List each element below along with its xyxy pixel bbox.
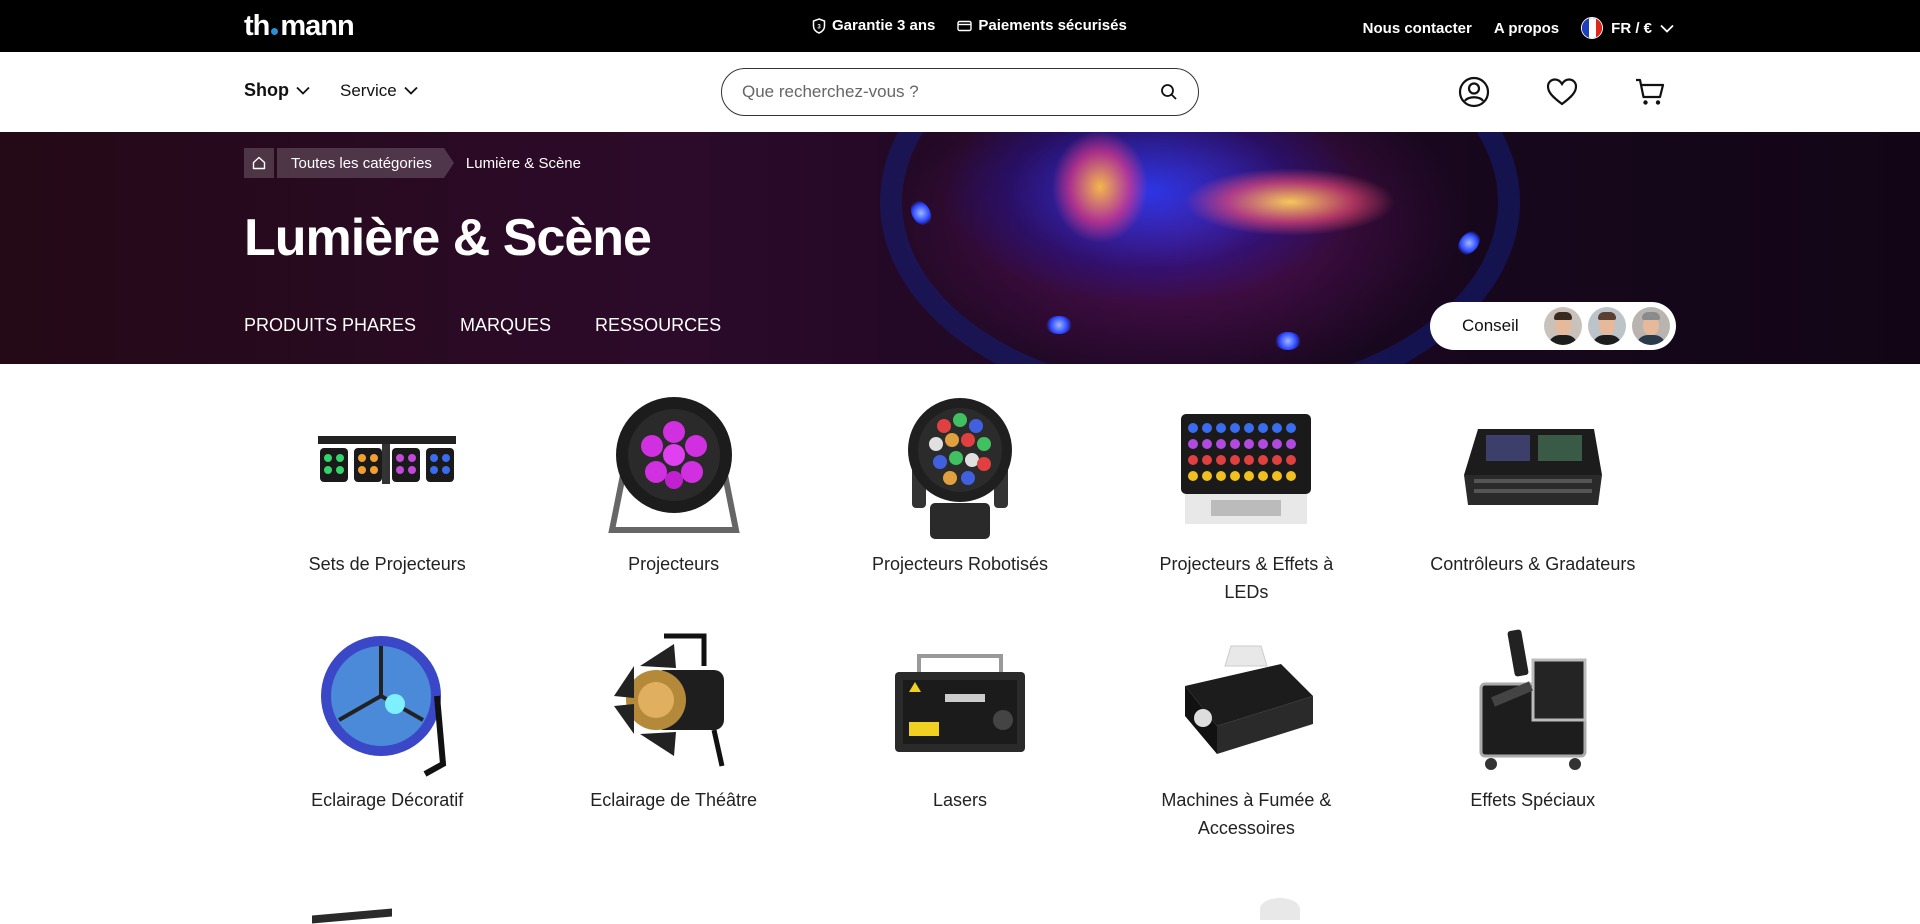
breadcrumb-home[interactable] xyxy=(244,148,274,178)
next-row-image-partial xyxy=(312,890,392,924)
home-icon xyxy=(252,156,266,170)
search-input[interactable] xyxy=(742,82,1160,102)
payments-text: Paiements sécurisés xyxy=(978,17,1127,34)
guarantee-badge[interactable]: 3 Garantie 3 ans xyxy=(812,17,935,34)
advice-label: Conseil xyxy=(1462,316,1519,335)
chevron-down-icon xyxy=(404,86,418,95)
user-icon xyxy=(1458,76,1490,108)
logo-text-start: th xyxy=(244,10,270,42)
search-icon[interactable] xyxy=(1160,83,1178,101)
logo-dot xyxy=(271,28,279,35)
tab-featured-products[interactable]: PRODUITS PHARES xyxy=(244,315,416,336)
next-row-image-partial xyxy=(1260,890,1310,920)
category-card-moving-heads[interactable]: Projecteurs Robotisés xyxy=(817,380,1103,608)
stage-light-decoration xyxy=(1275,332,1301,350)
page-title: Lumière & Scène xyxy=(244,209,652,267)
logo-text-end: mann xyxy=(280,10,354,42)
service-label: Service xyxy=(340,80,397,100)
main-nav: Shop Service xyxy=(244,80,418,101)
tab-resources[interactable]: RESSOURCES xyxy=(595,315,721,336)
fog-machine-image xyxy=(1166,616,1326,786)
chevron-down-icon xyxy=(296,86,310,95)
category-label: Sets de Projecteurs xyxy=(308,554,466,574)
category-card-theatre-lighting[interactable]: Eclairage de Théâtre xyxy=(530,616,816,844)
hero-banner: Toutes les catégories Lumière & Scène Lu… xyxy=(0,132,1920,364)
mirror-ball-image xyxy=(307,616,467,786)
category-label: Projecteurs & Effets à LEDs xyxy=(1159,554,1334,602)
guarantee-text: Garantie 3 ans xyxy=(832,17,936,34)
lighting-console-image xyxy=(1453,380,1613,550)
service-menu[interactable]: Service xyxy=(340,80,418,101)
category-label: Projecteurs Robotisés xyxy=(871,554,1049,574)
header-icons xyxy=(1458,76,1666,108)
shop-menu[interactable]: Shop xyxy=(244,80,310,101)
breadcrumb: Toutes les catégories Lumière & Scène xyxy=(244,148,581,178)
search-bar xyxy=(721,68,1199,116)
category-card-spot-sets[interactable]: Sets de Projecteurs xyxy=(244,380,530,608)
cart-button[interactable] xyxy=(1634,76,1666,108)
spot-set-image xyxy=(307,380,467,550)
fresnel-spot-image xyxy=(594,616,754,786)
shield-icon: 3 xyxy=(812,17,826,34)
moving-head-image xyxy=(880,380,1040,550)
category-label: Lasers xyxy=(932,790,987,810)
category-label: Effets Spéciaux xyxy=(1470,790,1596,810)
thomann-logo[interactable]: th mann xyxy=(244,10,355,43)
svg-text:3: 3 xyxy=(817,24,821,30)
top-links: Nous contacter A propos FR / € xyxy=(1363,17,1674,39)
card-icon xyxy=(957,20,973,31)
main-header: Shop Service xyxy=(0,52,1920,132)
laser-image xyxy=(880,616,1040,786)
cart-icon xyxy=(1636,78,1665,105)
effects-flightcase-image xyxy=(1453,616,1613,786)
language-label: FR / € xyxy=(1611,19,1652,37)
category-card-decorative-lighting[interactable]: Eclairage Décoratif xyxy=(244,616,530,844)
led-bar-image xyxy=(1166,380,1326,550)
category-label: Projecteurs xyxy=(628,554,720,574)
wishlist-button[interactable] xyxy=(1546,76,1578,108)
account-button[interactable] xyxy=(1458,76,1490,108)
category-card-spotlights[interactable]: Projecteurs xyxy=(530,380,816,608)
chevron-down-icon xyxy=(1660,24,1674,33)
category-card-lasers[interactable]: Lasers xyxy=(817,616,1103,844)
heart-icon xyxy=(1546,78,1578,106)
breadcrumb-all-categories[interactable]: Toutes les catégories xyxy=(277,148,454,178)
contact-link[interactable]: Nous contacter xyxy=(1363,20,1472,37)
category-card-special-effects[interactable]: Effets Spéciaux xyxy=(1390,616,1676,844)
about-link[interactable]: A propos xyxy=(1494,20,1559,37)
category-card-fog-machines[interactable]: Machines à Fumée & Accessoires xyxy=(1103,616,1389,844)
category-label: Contrôleurs & Gradateurs xyxy=(1430,554,1636,574)
truss-ring-decoration xyxy=(880,132,1520,364)
top-bar: th mann 3 Garantie 3 ans Paiements sécuri… xyxy=(0,0,1920,52)
par-spot-image xyxy=(594,380,754,550)
category-card-controllers[interactable]: Contrôleurs & Gradateurs xyxy=(1390,380,1676,608)
payments-badge[interactable]: Paiements sécurisés xyxy=(957,17,1127,34)
hero-tabs: PRODUITS PHARES MARQUES RESSOURCES xyxy=(244,315,721,336)
category-card-led-effects[interactable]: Projecteurs & Effets à LEDs xyxy=(1103,380,1389,608)
advisor-avatars xyxy=(1544,307,1670,345)
shop-label: Shop xyxy=(244,80,289,100)
france-flag-icon xyxy=(1581,17,1604,39)
advice-button[interactable]: Conseil xyxy=(1430,302,1676,350)
trust-badges: 3 Garantie 3 ans Paiements sécurisés xyxy=(812,17,1127,34)
avatar xyxy=(1632,307,1670,345)
category-label: Eclairage Décoratif xyxy=(311,790,464,810)
tab-brands[interactable]: MARQUES xyxy=(460,315,551,336)
category-label: Eclairage de Théâtre xyxy=(590,790,757,810)
category-grid: Sets de Projecteurs Projecteurs Projecte… xyxy=(244,380,1676,844)
avatar xyxy=(1588,307,1626,345)
stage-light-decoration xyxy=(1046,316,1072,334)
category-label: Machines à Fumée & Accessoires xyxy=(1161,790,1332,838)
avatar xyxy=(1544,307,1582,345)
breadcrumb-current: Lumière & Scène xyxy=(465,154,581,172)
language-selector[interactable]: FR / € xyxy=(1581,17,1674,39)
